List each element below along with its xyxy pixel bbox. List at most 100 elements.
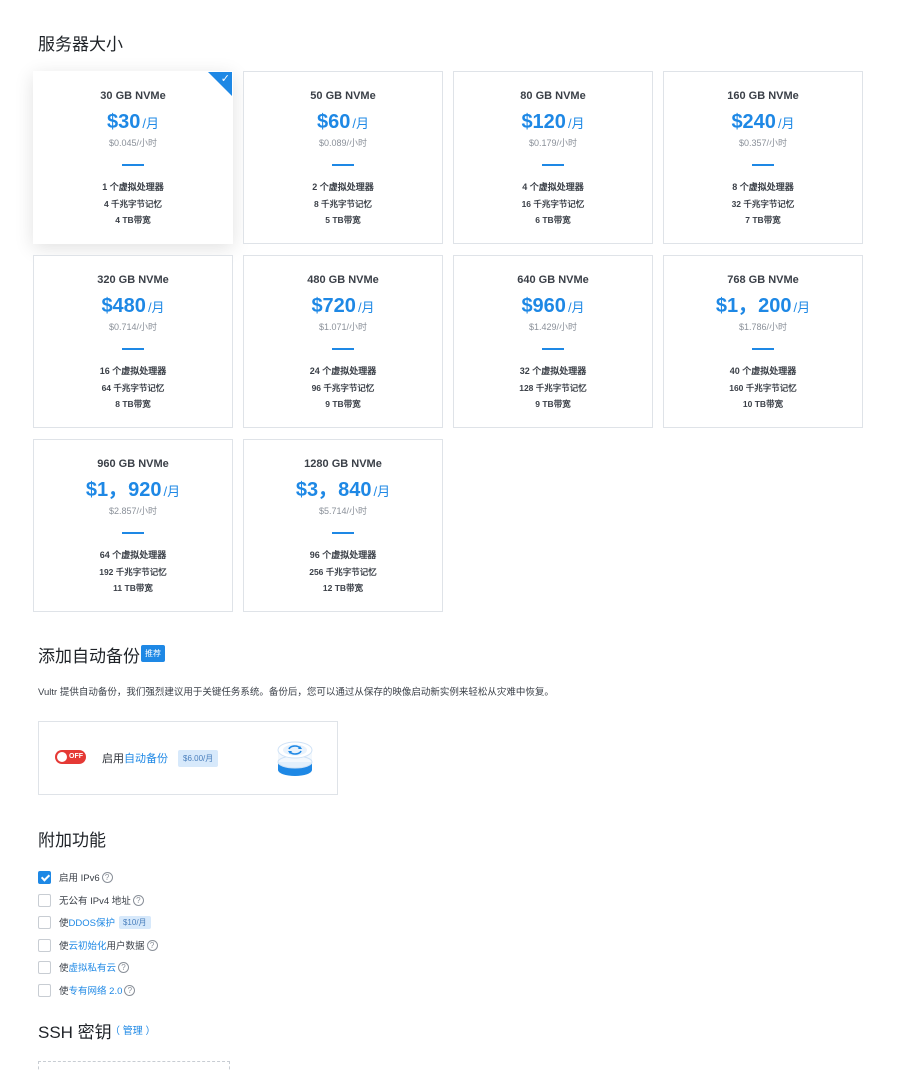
plan-price-unit: /月 <box>567 300 585 315</box>
feature-link[interactable]: 专有网络 2.0 <box>69 983 123 997</box>
plan-card[interactable]: 640 GB NVMe $960/月 $1.429/小时 32 个虚拟处理器 128 千… <box>453 255 653 428</box>
toggle-state-text: OFF <box>69 753 83 760</box>
plan-card[interactable]: 160 GB NVMe $240/月 $0.357/小时 8 个虚拟处理器 32 千兆字… <box>663 71 863 244</box>
feature-link[interactable]: 云初始化 <box>69 938 107 952</box>
server-size-title: 服务器大小 <box>38 35 123 54</box>
help-icon[interactable]: ? <box>118 961 130 973</box>
plan-price-unit: /月 <box>567 116 585 131</box>
help-icon[interactable]: ? <box>101 871 113 883</box>
feature-label: 无公有 IPv4 地址 <box>59 896 131 907</box>
feature-option[interactable]: 无公有 IPv4 地址? <box>38 892 144 908</box>
backup-card[interactable]: OFF 启用自动备份 $6.00/月 <box>38 721 338 795</box>
plan-storage: 30 GB NVMe <box>100 90 166 102</box>
plan-storage: 960 GB NVMe <box>97 458 169 470</box>
toggle-knob <box>57 752 67 762</box>
plan-bandwidth: 9 TB带宽 <box>325 399 361 409</box>
plan-hourly: $1.429/小时 <box>528 322 578 332</box>
plan-card[interactable]: 50 GB NVMe $60/月 $0.089/小时 2 个虚拟处理器 8 千兆字节记忆… <box>243 71 443 244</box>
plan-cpu: 2 个虚拟处理器 <box>312 182 374 192</box>
plan-divider <box>332 532 354 534</box>
ssh-key-add-box[interactable] <box>38 1061 230 1071</box>
plan-price-amount: $1，920 <box>85 479 162 501</box>
plan-card[interactable]: 480 GB NVMe $720/月 $1.071/小时 24 个虚拟处理器 96 千兆… <box>243 255 443 428</box>
plan-price: $1，920/月 <box>34 476 232 504</box>
feature-option[interactable]: 使云初始化 用户数据? <box>38 937 158 953</box>
plan-bandwidth: 9 TB带宽 <box>535 399 571 409</box>
feature-option[interactable]: 使 DDOS保护 $10/月 <box>38 914 151 930</box>
plan-price-unit: /月 <box>147 300 165 315</box>
plan-price-amount: $480 <box>101 295 146 317</box>
plan-price-amount: $120 <box>521 111 566 133</box>
backup-description: Vultr 提供自动备份，我们强烈建议用于关键任务系统。备份后，您可以通过从保存… <box>38 687 554 698</box>
feature-checkbox[interactable] <box>38 938 51 952</box>
plan-card[interactable]: 1280 GB NVMe $3，840/月 $5.714/小时 96 个虚拟处理器 25… <box>243 439 443 612</box>
feature-link[interactable]: DDOS保护 <box>69 915 115 929</box>
feature-label-suffix: 用户数据 <box>106 941 145 952</box>
plan-price: $30/月 <box>34 108 232 136</box>
plan-price-amount: $30 <box>107 111 141 133</box>
plan-card[interactable]: 80 GB NVMe $120/月 $0.179/小时 4 个虚拟处理器 16 千兆字节… <box>453 71 653 244</box>
backup-label: 启用自动备份 <box>102 750 168 766</box>
plan-price-amount: $60 <box>317 111 351 133</box>
feature-checkbox[interactable] <box>38 915 51 929</box>
plan-price-unit: /月 <box>352 116 369 131</box>
feature-label: 使 <box>59 941 69 952</box>
feature-option[interactable]: 启用 IPv6? <box>38 869 113 885</box>
plan-divider <box>752 164 774 166</box>
plan-card[interactable]: 960 GB NVMe $1，920/月 $2.857/小时 64 个虚拟处理器 192… <box>33 439 233 612</box>
plan-price: $240/月 <box>664 108 862 136</box>
help-icon[interactable]: ? <box>124 984 136 996</box>
plan-price-unit: /月 <box>357 300 375 315</box>
plan-divider <box>752 348 774 350</box>
ssh-manage-link[interactable]: （ 管理 ） <box>110 1022 156 1037</box>
plan-cpu: 16 个虚拟处理器 <box>99 366 167 376</box>
ssh-title: SSH 密钥 <box>38 1023 112 1042</box>
plan-card[interactable]: ✓ 30 GB NVMe $30/月 $0.045/小时 1 个虚拟处理器 4 千兆字节记… <box>33 71 233 244</box>
help-icon[interactable]: ? <box>132 894 144 906</box>
feature-link[interactable]: 虚拟私有云 <box>69 960 117 974</box>
plan-cpu: 96 个虚拟处理器 <box>309 550 377 560</box>
plan-bandwidth: 4 TB带宽 <box>115 215 151 225</box>
plan-ram: 4 千兆字节记忆 <box>103 199 163 209</box>
plan-ram: 192 千兆字节记忆 <box>99 567 167 577</box>
feature-option[interactable]: 使虚拟私有云? <box>38 959 130 975</box>
plan-divider <box>542 164 564 166</box>
feature-label: 启用 IPv6 <box>59 873 100 884</box>
plan-bandwidth: 12 TB带宽 <box>322 583 364 593</box>
plan-card[interactable]: 768 GB NVMe $1，200/月 $1.786/小时 40 个虚拟处理器 160… <box>663 255 863 428</box>
feature-checkbox[interactable] <box>38 870 51 884</box>
backup-link[interactable]: 自动备份 <box>124 753 168 765</box>
backup-price-tag: $6.00/月 <box>178 750 219 767</box>
plan-price: $1，200/月 <box>664 292 862 320</box>
feature-option[interactable]: 使专有网络 2.0? <box>38 982 136 998</box>
plan-price: $120/月 <box>454 108 652 136</box>
plan-ram: 32 千兆字节记忆 <box>731 199 795 209</box>
backup-title: 添加自动备份 <box>38 647 140 666</box>
plan-bandwidth: 8 TB带宽 <box>115 399 151 409</box>
plan-storage: 50 GB NVMe <box>310 90 376 102</box>
plan-divider <box>332 348 354 350</box>
plan-price: $60/月 <box>244 108 442 136</box>
plan-price-amount: $720 <box>311 295 356 317</box>
plan-cpu: 1 个虚拟处理器 <box>102 182 164 192</box>
check-icon: ✓ <box>220 72 230 85</box>
plan-price-unit: /月 <box>142 116 159 131</box>
plan-hourly: $0.357/小时 <box>738 138 788 148</box>
plan-cpu: 8 个虚拟处理器 <box>732 182 794 192</box>
plan-hourly: $1.786/小时 <box>738 322 788 332</box>
help-icon[interactable]: ? <box>146 939 158 951</box>
plan-hourly: $1.071/小时 <box>318 322 368 332</box>
plan-ram: 16 千兆字节记忆 <box>521 199 585 209</box>
plan-price: $3，840/月 <box>244 476 442 504</box>
feature-checkbox[interactable] <box>38 960 51 974</box>
plan-cpu: 40 个虚拟处理器 <box>729 366 797 376</box>
plan-storage: 320 GB NVMe <box>97 274 169 286</box>
plan-card[interactable]: 320 GB NVMe $480/月 $0.714/小时 16 个虚拟处理器 64 千兆… <box>33 255 233 428</box>
plan-ram: 96 千兆字节记忆 <box>311 383 375 393</box>
backup-toggle[interactable]: OFF <box>55 750 86 764</box>
plan-divider <box>122 348 144 350</box>
feature-checkbox[interactable] <box>38 983 51 997</box>
disk-backup-icon <box>277 741 313 776</box>
plan-storage: 1280 GB NVMe <box>304 458 382 470</box>
feature-checkbox[interactable] <box>38 893 51 907</box>
